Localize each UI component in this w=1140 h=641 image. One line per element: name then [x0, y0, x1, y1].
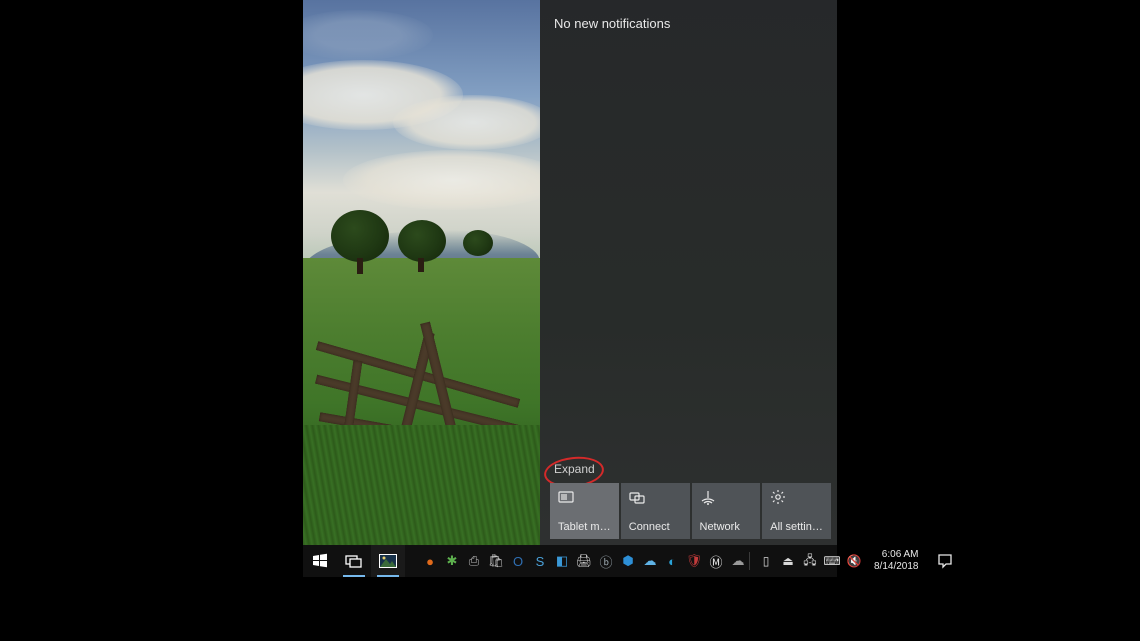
start-button[interactable]	[303, 545, 337, 577]
tray-app-app11[interactable]: ☁	[641, 552, 659, 570]
notifications-icon	[937, 553, 953, 569]
connect-icon	[629, 489, 645, 505]
quick-action-network[interactable]: Network	[692, 483, 761, 539]
tray-app-app5[interactable]: O	[509, 552, 527, 570]
quick-action-label: All settings	[770, 521, 823, 533]
tray-app-app13[interactable]: 🛡	[685, 552, 703, 570]
tray-app-app14[interactable]: Ⓜ	[707, 552, 725, 570]
system-tray-network-icon[interactable]: 🖧	[802, 553, 818, 569]
tray-app-app9[interactable]: ⓑ	[597, 552, 615, 570]
desktop-wallpaper	[303, 0, 540, 545]
expand-button[interactable]: Expand	[554, 462, 595, 476]
notifications-header: No new notifications	[554, 16, 670, 31]
tray-app-app1[interactable]: ●	[421, 552, 439, 570]
photos-app-button[interactable]	[371, 545, 405, 577]
tray-app-app15[interactable]: ☁	[729, 552, 747, 570]
quick-action-label: Connect	[629, 521, 682, 533]
settings-icon	[770, 489, 786, 505]
network-icon	[700, 489, 716, 505]
action-center-panel: No new notifications Expand Tablet mode …	[540, 0, 837, 545]
system-tray-battery-icon[interactable]: ▯	[758, 553, 774, 569]
taskbar-left	[303, 545, 405, 577]
screenshot-stage: No new notifications Expand Tablet mode …	[303, 0, 837, 576]
quick-action-connect[interactable]: Connect	[621, 483, 690, 539]
system-tray: ▯ ⏏ 🖧 ⌨ 🔇 6:06 AM 8/14/2018	[747, 545, 961, 577]
tray-app-app3[interactable]: ⎙	[465, 552, 483, 570]
quick-actions-row: Tablet mode Connect Network All settings	[550, 483, 831, 539]
tray-app-app12[interactable]: ◐	[663, 552, 681, 570]
photos-icon	[378, 553, 398, 569]
task-view-icon	[345, 554, 363, 568]
task-view-button[interactable]	[337, 545, 371, 577]
quick-action-label: Network	[700, 521, 753, 533]
tray-app-app10[interactable]: ⬢	[619, 552, 637, 570]
tablet-mode-icon	[558, 489, 574, 505]
quick-action-tablet-mode[interactable]: Tablet mode	[550, 483, 619, 539]
quick-action-label: Tablet mode	[558, 521, 611, 533]
tray-separator	[749, 552, 750, 570]
taskbar: ●✱⎙🛍OS◧🖨ⓑ⬢☁◐🛡Ⓜ☁ ▯⏏🖧⌨🔇 6:06 AM 8/14/2018	[303, 545, 837, 577]
clock-time: 6:06 AM	[874, 549, 919, 561]
tray-app-app4[interactable]: 🛍	[487, 552, 505, 570]
tray-app-app8[interactable]: 🖨	[575, 552, 593, 570]
windows-logo-icon	[312, 553, 328, 569]
tray-app-app6[interactable]: S	[531, 552, 549, 570]
system-tray-input-icon[interactable]: ⌨	[824, 553, 840, 569]
clock-date: 8/14/2018	[874, 561, 919, 573]
clock[interactable]: 6:06 AM 8/14/2018	[868, 549, 925, 573]
tray-app-app2[interactable]: ✱	[443, 552, 461, 570]
system-tray-volume-icon[interactable]: 🔇	[846, 553, 862, 569]
quick-action-all-settings[interactable]: All settings	[762, 483, 831, 539]
taskbar-tray-apps: ●✱⎙🛍OS◧🖨ⓑ⬢☁◐🛡Ⓜ☁	[421, 552, 747, 570]
notifications-button[interactable]	[931, 545, 959, 577]
tray-app-app7[interactable]: ◧	[553, 552, 571, 570]
system-tray-hardware-icon[interactable]: ⏏	[780, 553, 796, 569]
